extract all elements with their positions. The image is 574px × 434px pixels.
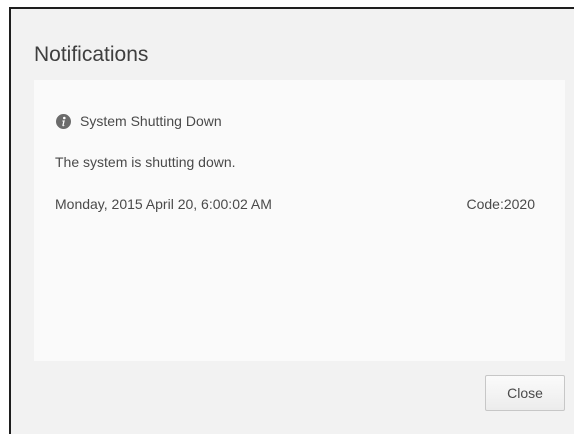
notification-datetime: Monday, 2015 April 20, 6:00:02 AM <box>55 196 272 212</box>
notification-title: System Shutting Down <box>80 113 222 129</box>
notification-message: The system is shutting down. <box>55 154 236 170</box>
notification-code: Code:2020 <box>466 196 535 212</box>
info-icon <box>56 113 71 129</box>
notification-panel: System Shutting Down The system is shutt… <box>34 80 565 361</box>
close-button[interactable]: Close <box>485 375 565 411</box>
dialog-title: Notifications <box>34 43 149 66</box>
notification-header: System Shutting Down <box>56 113 222 129</box>
notifications-dialog: Notifications System Shutting Down The s… <box>9 7 574 434</box>
